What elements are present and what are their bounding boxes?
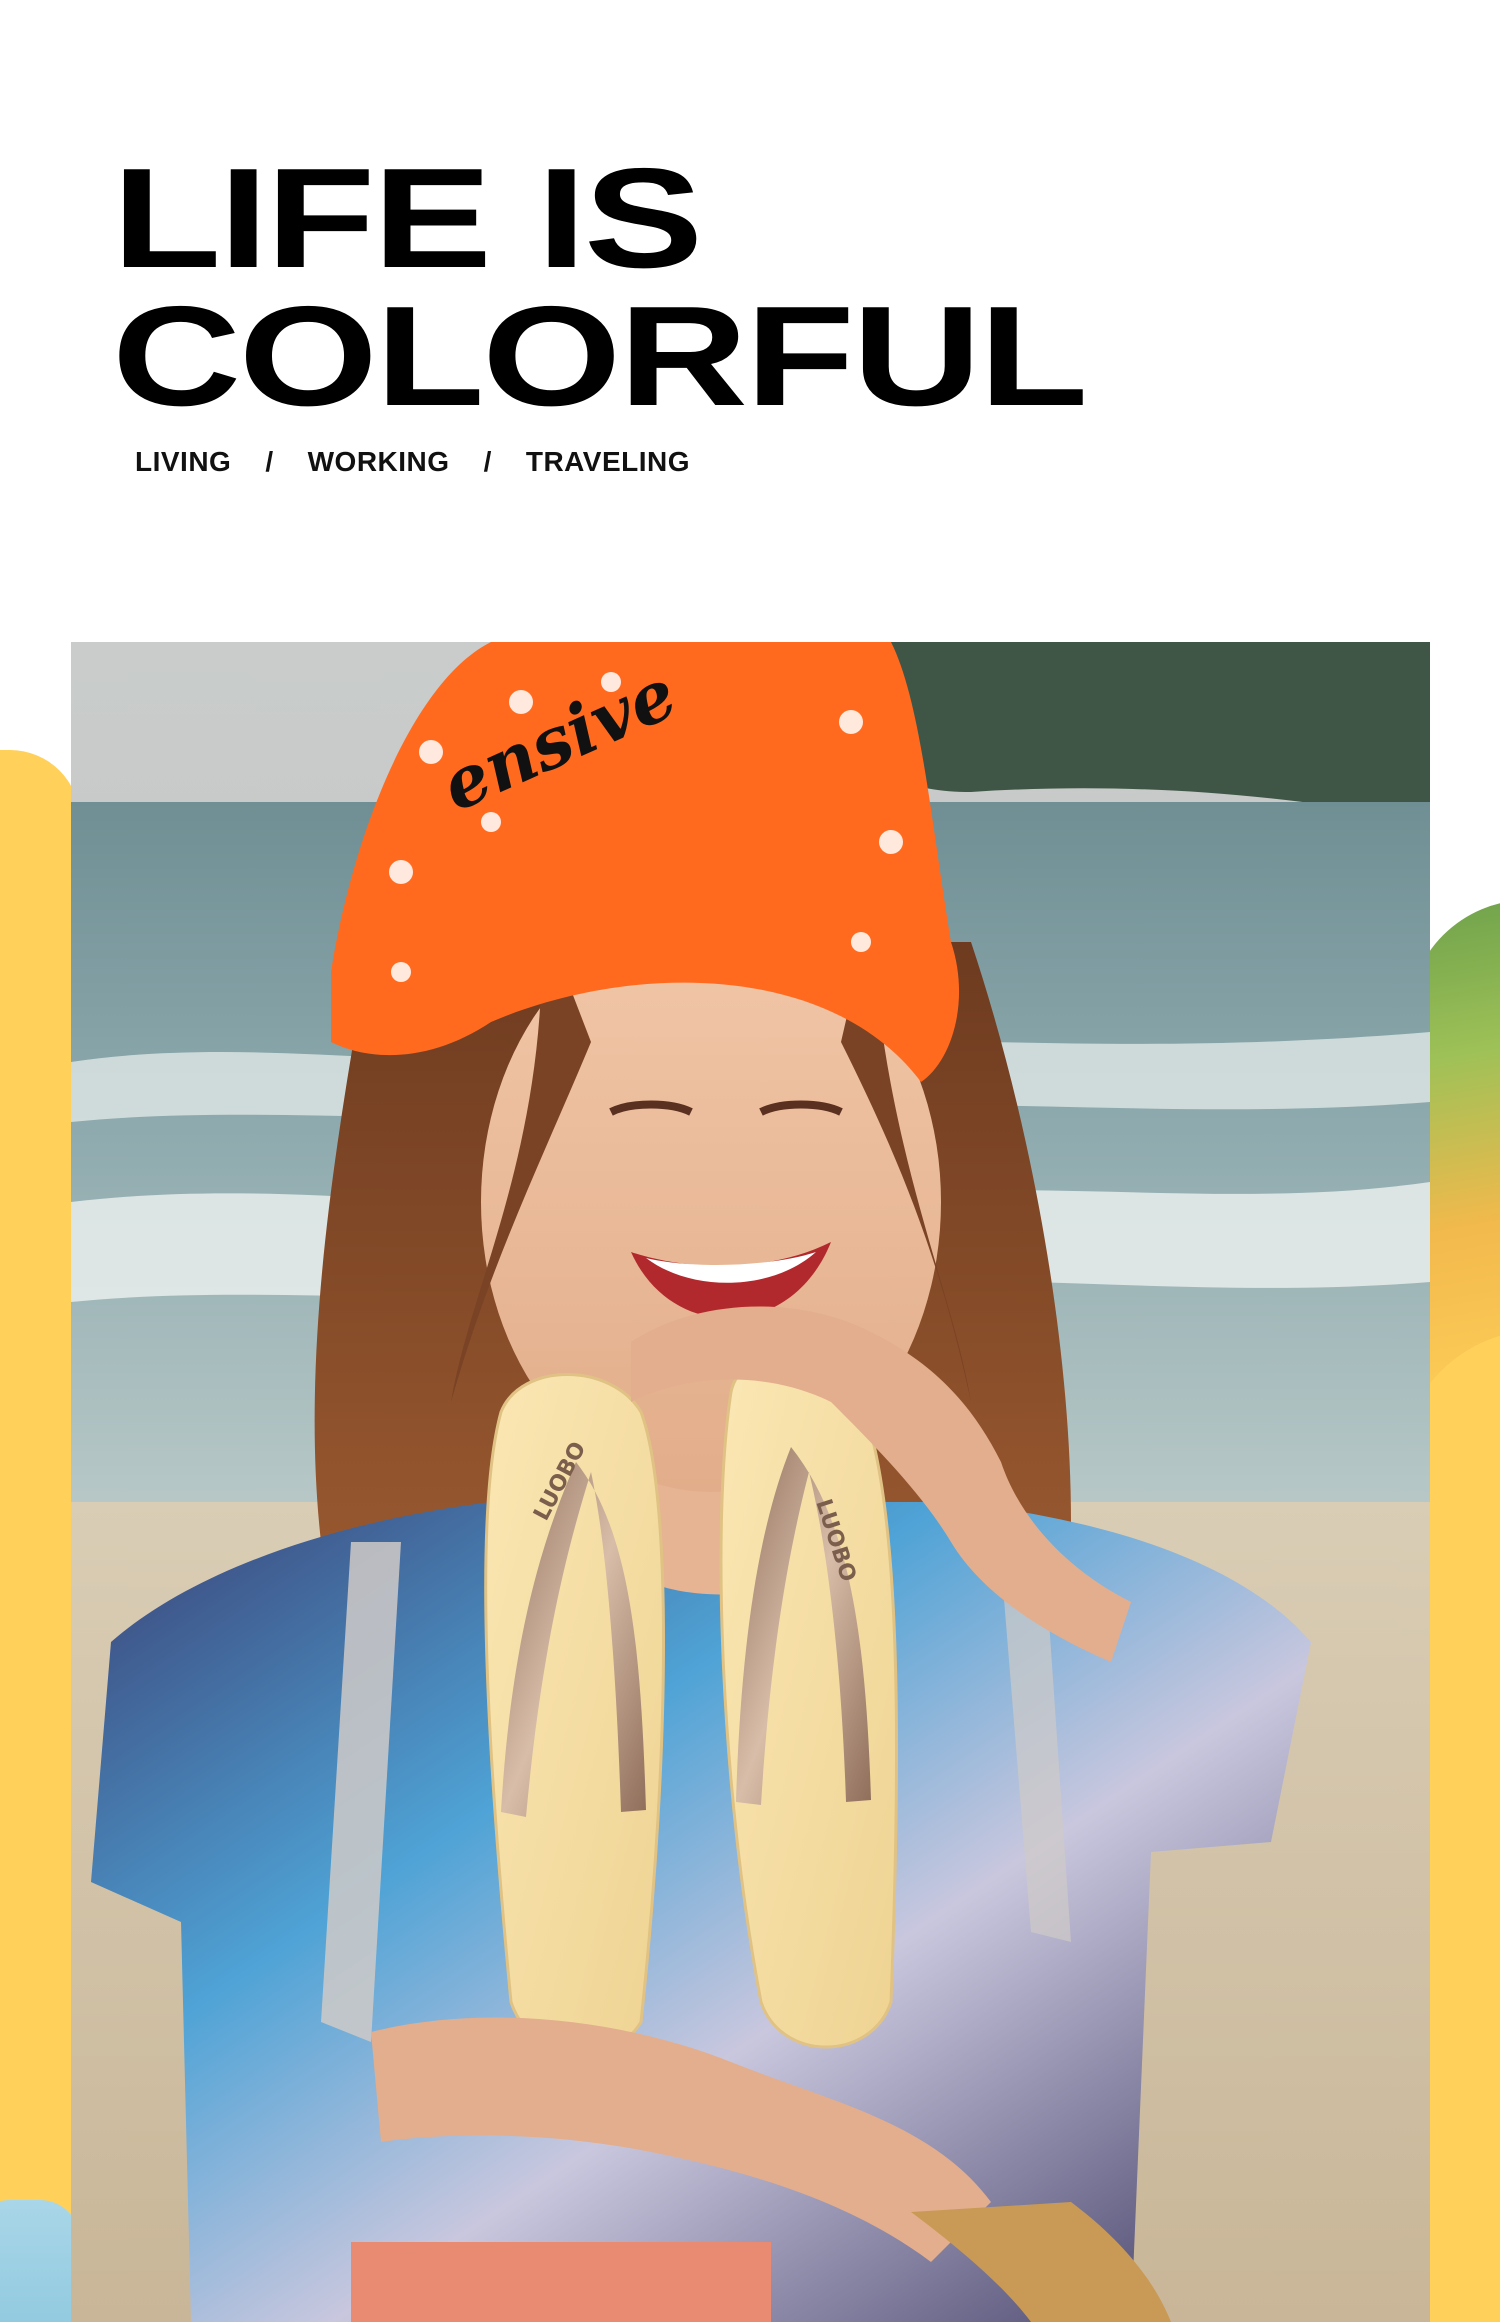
shorts: [351, 2242, 771, 2322]
beach-model-illustration: ensive LUOBO LUOBO: [71, 642, 1430, 2322]
title-line-1: LIFE IS: [112, 139, 703, 298]
lifestyle-photo: ensive LUOBO LUOBO: [71, 642, 1430, 2322]
tag-traveling: TRAVELING: [525, 446, 691, 477]
product-page: LIFE IS COLORFUL LIVING / WORKING / TRAV…: [0, 0, 1500, 2322]
title-line-2: COLORFUL: [112, 277, 1088, 436]
tag-separator: /: [483, 446, 492, 477]
tag-living: LIVING: [135, 446, 232, 477]
tie-dye-shirt: [91, 1502, 1311, 2322]
page-title: LIFE IS COLORFUL: [112, 139, 1088, 436]
tag-separator: /: [265, 446, 274, 477]
tag-working: WORKING: [307, 446, 450, 477]
decorative-blue-shape-left: [0, 2200, 80, 2322]
category-tags: LIVING / WORKING / TRAVELING: [135, 446, 690, 478]
decorative-yellow-shape-left: [0, 750, 80, 2322]
